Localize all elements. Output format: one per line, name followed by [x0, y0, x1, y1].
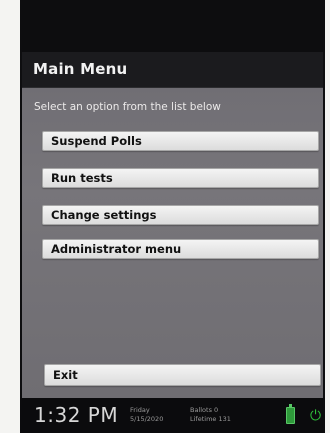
battery-icon — [286, 404, 295, 424]
exit-label: Exit — [53, 368, 78, 382]
device-bezel — [20, 0, 325, 52]
ballots-label: Ballots — [190, 406, 212, 414]
ballots-row: Ballots 0 — [190, 406, 231, 415]
lifetime-label: Lifetime — [190, 415, 217, 423]
exit-button[interactable]: Exit — [44, 364, 321, 386]
lifetime-row: Lifetime 131 — [190, 415, 231, 424]
ballot-counts: Ballots 0 Lifetime 131 — [190, 406, 231, 424]
run-tests-label: Run tests — [51, 171, 113, 185]
power-plug-icon: ⏻ — [310, 408, 322, 424]
administrator-menu-label: Administrator menu — [51, 242, 182, 256]
lifetime-value: 131 — [218, 415, 231, 423]
date-label: 5/15/2020 — [130, 415, 164, 423]
voting-terminal: Main Menu Select an option from the list… — [20, 0, 325, 433]
suspend-polls-button[interactable]: Suspend Polls — [42, 131, 319, 151]
clock: 1:32 PM — [34, 403, 119, 427]
instructions-text: Select an option from the list below — [34, 101, 221, 113]
ballots-value: 0 — [214, 406, 219, 414]
run-tests-button[interactable]: Run tests — [42, 168, 319, 188]
title-bar: Main Menu — [22, 52, 323, 88]
administrator-menu-button[interactable]: Administrator menu — [42, 239, 319, 259]
date-block: Friday 5/15/2020 — [130, 406, 163, 424]
page-title: Main Menu — [33, 60, 128, 78]
screen: Main Menu Select an option from the list… — [22, 52, 323, 398]
page: Main Menu Select an option from the list… — [0, 0, 330, 433]
day-label: Friday — [130, 406, 150, 414]
status-bar: 1:32 PM Friday 5/15/2020 Ballots 0 Lifet… — [20, 398, 325, 433]
change-settings-label: Change settings — [51, 208, 157, 222]
change-settings-button[interactable]: Change settings — [42, 205, 319, 225]
suspend-polls-label: Suspend Polls — [51, 134, 142, 148]
